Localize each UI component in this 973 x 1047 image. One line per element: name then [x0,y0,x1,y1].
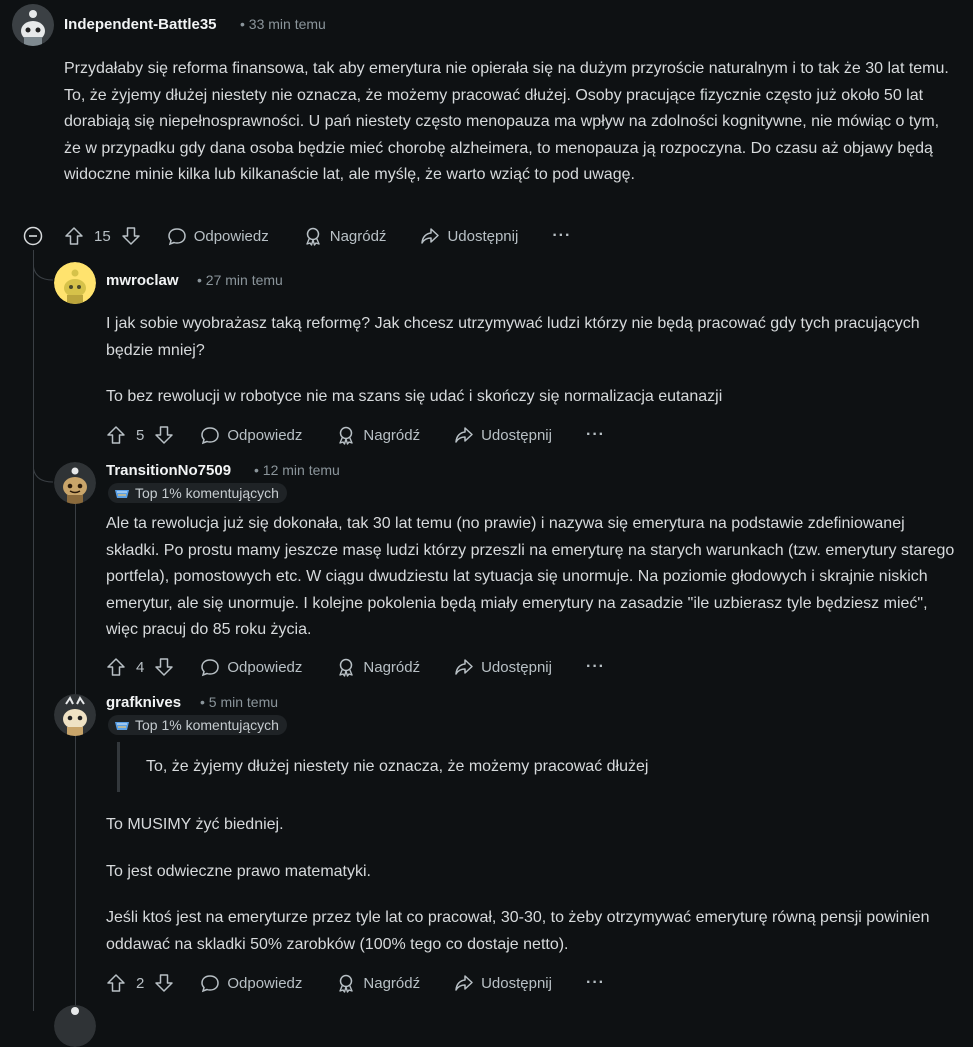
reply-label: Odpowiedz [227,974,303,992]
status-badge: Top 1% komentujących [108,483,287,503]
reply-button[interactable]: Odpowiedz [200,657,302,677]
upvote-arrow-icon[interactable] [64,226,84,246]
share-arrow-icon [455,427,473,443]
award-button[interactable]: Nagródź [336,425,420,445]
downvote-arrow-icon[interactable] [154,657,174,677]
share-arrow-icon [455,659,473,675]
badge-label: Top 1% komentujących [135,717,279,733]
share-button[interactable]: Udostępnij [420,226,518,246]
comment-body: Przydałaby się reforma finansowa, tak ab… [64,56,954,189]
comment-paragraph: To jest odwieczne prawo matematyki. [106,862,371,880]
share-arrow-icon [455,975,473,991]
share-label: Udostępnij [481,974,552,992]
badge-label: Top 1% komentujących [135,485,279,501]
vote-count: 4 [136,658,145,676]
thread-line-child-2 [75,735,76,1011]
upvote-arrow-icon[interactable] [106,425,126,445]
award-ribbon-icon [339,426,354,445]
comment-paragraph: Przydałaby się reforma finansowa, tak ab… [64,60,949,183]
comment-author[interactable]: TransitionNo7509 [106,462,231,479]
comment-paragraph: To MUSIMY żyć biedniej. [106,816,284,833]
award-button[interactable]: Nagródź [336,657,420,677]
comment-paragraph: Jeśli ktoś jest na emeryturze przez tyle… [106,909,930,953]
collapse-minus-icon [23,226,43,246]
speech-bubble-icon [201,975,220,993]
comment-author[interactable]: mwroclaw [106,272,179,289]
share-label: Udostępnij [447,227,519,245]
speech-bubble-icon [167,228,186,246]
comment-author[interactable]: grafknives [106,694,181,711]
award-ribbon-icon [339,974,354,993]
award-label: Nagródź [363,658,421,676]
comment-paragraph: Ale ta rewolucja już się dokonała, tak 3… [106,515,955,638]
comment-timestamp: • 27 min temu [197,272,283,288]
award-ribbon-icon [339,658,354,677]
share-arrow-icon [421,228,440,244]
share-button[interactable]: Udostępnij [454,973,552,993]
share-button[interactable]: Udostępnij [454,425,552,445]
more-options-button[interactable]: ··· [586,658,605,676]
comment-author[interactable]: Independent-Battle35 [64,16,217,33]
reply-button[interactable]: Odpowiedz [200,973,302,993]
comment-timestamp: • 5 min temu [200,694,279,710]
share-label: Udostępnij [481,426,552,444]
comment-paragraph: I jak sobie wyobrażasz taką reformę? Jak… [106,315,920,359]
comment-body: Ale ta rewolucja już się dokonała, tak 3… [106,511,956,644]
award-label: Nagródź [363,974,421,992]
downvote-arrow-icon[interactable] [154,425,174,445]
award-button[interactable]: Nagródź [303,226,387,246]
comment-paragraph: To bez rewolucji w robotyce nie ma szans… [106,388,723,405]
vote-group: 15 [64,226,141,246]
avatar[interactable] [54,694,96,736]
comment-timestamp: • 12 min temu [254,462,340,478]
vote-group: 2 [106,973,174,993]
upvote-arrow-icon[interactable] [106,973,126,993]
award-label: Nagródź [363,426,421,444]
reply-button[interactable]: Odpowiedz [200,425,302,445]
reply-label: Odpowiedz [193,227,269,245]
collapse-button[interactable] [23,226,43,246]
blockquote: To, że żyjemy dłużej niestety nie oznacz… [117,742,966,792]
comment-actions: 15 Odpowiedz Nagródź Udostępnij ··· [64,222,571,250]
award-label: Nagródź [329,227,387,245]
status-badge: Top 1% komentujących [108,715,287,735]
avatar[interactable] [12,4,54,46]
more-options-button[interactable]: ··· [586,974,605,992]
more-options-button[interactable]: ··· [552,227,571,245]
top-commenter-icon [115,722,129,730]
share-label: Udostępnij [481,658,552,676]
downvote-arrow-icon[interactable] [154,973,174,993]
comment-actions: 4 Odpowiedz Nagródź Udostępnij ··· [106,653,605,681]
speech-bubble-icon [201,659,220,677]
vote-group: 4 [106,657,174,677]
comment-timestamp: • 33 min temu [240,16,326,32]
speech-bubble-icon [201,427,220,445]
comment-actions: 5 Odpowiedz Nagródź Udostępnij ··· [106,421,605,449]
vote-count: 2 [136,974,145,992]
thread-line-child [75,500,76,700]
vote-count: 5 [136,426,145,444]
award-ribbon-icon [306,227,320,246]
comment-body: To MUSIMY żyć biedniej. To jest odwieczn… [106,812,956,958]
reply-label: Odpowiedz [227,426,303,444]
award-button[interactable]: Nagródź [336,973,420,993]
vote-count: 15 [94,227,111,245]
thread-line-root [33,250,34,1011]
reply-button[interactable]: Odpowiedz [167,226,269,246]
avatar[interactable] [54,262,96,304]
avatar[interactable] [54,462,96,504]
downvote-arrow-icon[interactable] [121,226,141,246]
comment-actions: 2 Odpowiedz Nagródź Udostępnij ··· [106,969,605,997]
upvote-arrow-icon[interactable] [106,657,126,677]
quote-text: To, że żyjemy dłużej niestety nie oznacz… [146,758,649,775]
share-button[interactable]: Udostępnij [454,657,552,677]
more-options-button[interactable]: ··· [586,426,605,444]
avatar[interactable] [54,1005,96,1047]
top-commenter-icon [115,490,129,498]
vote-group: 5 [106,425,174,445]
reply-label: Odpowiedz [227,658,303,676]
comment-body: I jak sobie wyobrażasz taką reformę? Jak… [106,311,956,411]
